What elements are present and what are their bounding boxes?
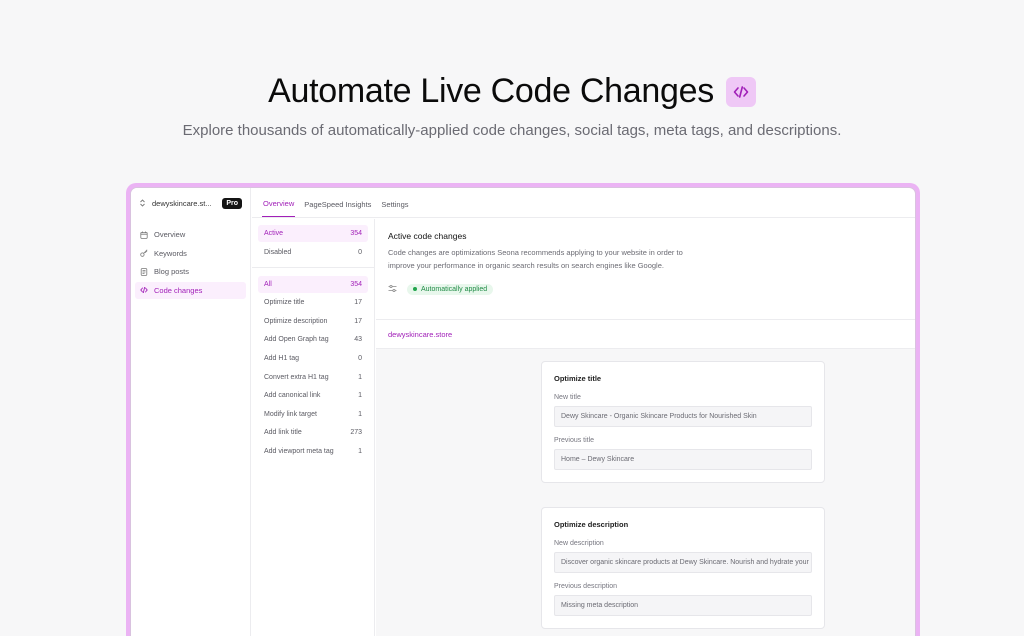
filter-add-viewport-meta-tag[interactable]: Add viewport meta tag 1 [258,443,368,460]
filter-active[interactable]: Active 354 [258,225,368,242]
tab-pagespeed-insights[interactable]: PageSpeed Insights [303,200,372,217]
filter-count: 0 [358,354,362,362]
tab-bar: Overview PageSpeed Insights Settings [252,188,915,218]
previous-description-field[interactable]: Missing meta description [554,595,812,616]
card-title: Optimize title [554,374,602,383]
code-icon [725,76,756,107]
site-name: dewyskincare.st... [152,198,212,208]
sidebar-item-blog-posts[interactable]: Blog posts [135,263,246,280]
status-badge: Automatically applied [407,283,494,295]
filter-disabled[interactable]: Disabled 0 [258,244,368,261]
filter-count: 17 [354,317,362,325]
filter-label: Modify link target [264,410,317,418]
filter-label: Disabled [264,248,292,256]
filter-count: 17 [354,299,362,307]
status-dot [413,287,417,291]
page-subtitle: Explore thousands of automatically-appli… [182,122,842,139]
previous-title-field[interactable]: Home – Dewy Skincare [554,449,812,470]
filter-count: 43 [354,336,362,344]
sidebar-item-keywords[interactable]: Keywords [135,245,246,262]
filter-convert-extra-h1-tag[interactable]: Convert extra H1 tag 1 [258,369,368,386]
filter-count: 273 [350,429,362,437]
sidebar-item-overview[interactable]: Overview [135,226,246,243]
filter-count: 354 [350,280,362,288]
main-header: Active code changes Code changes are opt… [376,219,915,320]
sidebar-item-label: Blog posts [154,267,190,277]
filter-label: Add Open Graph tag [264,336,329,344]
field-label: Previous title [554,437,595,444]
filter-count: 0 [358,248,362,256]
filter-count: 1 [358,373,362,381]
filter-label: Add canonical link [264,392,321,400]
section-title: Active code changes [388,231,467,241]
filter-label: Add viewport meta tag [264,447,334,455]
tab-settings[interactable]: Settings [380,200,409,217]
key-icon [140,249,148,257]
filter-label: All [264,280,272,288]
filter-add-open-graph-tag[interactable]: Add Open Graph tag 43 [258,331,368,348]
filter-optimize-description[interactable]: Optimize description 17 [258,313,368,330]
divider [252,266,374,268]
plan-badge: Pro [222,197,242,209]
code-change-card-title: Optimize title New title Dewy Skincare -… [541,361,825,483]
filter-count: 1 [358,392,362,400]
sidebar-item-label: Overview [154,230,186,239]
sidebar-item-code-changes[interactable]: Code changes [135,281,246,299]
filter-label: Convert extra H1 tag [264,373,329,381]
sidebar: dewyskincare.st... Pro Overview Keywords… [131,188,251,636]
code-change-card-description: Optimize description New description Dis… [541,507,825,629]
new-description-field[interactable]: Discover organic skincare products at De… [554,552,812,573]
filter-modify-link-target[interactable]: Modify link target 1 [258,406,368,423]
domain-link[interactable]: dewyskincare.store [376,320,915,349]
tab-overview[interactable]: Overview [262,199,296,217]
sidebar-item-label: Keywords [154,248,187,258]
sidebar-item-label: Code changes [154,285,203,295]
filter-label: Add H1 tag [264,354,300,362]
filter-count: 1 [358,447,362,455]
filter-count: 1 [358,410,362,418]
app-frame: dewyskincare.st... Pro Overview Keywords… [126,183,920,636]
field-label: New description [554,540,604,547]
sliders-icon[interactable] [388,280,397,298]
document-icon [140,267,148,276]
filter-count: 354 [350,230,362,237]
filter-optimize-title[interactable]: Optimize title 17 [258,294,368,311]
applied-row: Automatically applied [388,280,903,298]
filter-label: Add link title [264,429,302,437]
filter-all[interactable]: All 354 [258,275,368,293]
code-icon [140,287,148,294]
sidebar-nav: Overview Keywords Blog posts Code change… [131,218,250,308]
filter-add-link-title[interactable]: Add link title 273 [258,424,368,441]
chevron-updown-icon [140,199,145,207]
filter-column: Active 354 Disabled 0 All 354 Optimize t… [252,219,375,636]
filter-label: Active [264,230,284,237]
filter-label: Optimize title [264,299,305,307]
status-badge-label: Automatically applied [421,285,488,293]
main-panel: Active code changes Code changes are opt… [376,219,915,636]
card-title: Optimize description [554,520,629,529]
calendar-icon [140,231,148,239]
filter-label: Optimize description [264,317,328,325]
site-switcher[interactable]: dewyskincare.st... Pro [131,188,250,218]
page-title: Automate Live Code Changes [268,72,714,110]
app-window: dewyskincare.st... Pro Overview Keywords… [130,187,916,636]
field-label: New title [554,394,581,401]
filter-add-h1-tag[interactable]: Add H1 tag 0 [258,350,368,367]
hero-heading: Automate Live Code Changes [0,72,1024,111]
filter-add-canonical-link[interactable]: Add canonical link 1 [258,387,368,404]
section-description: Code changes are optimizations Seona rec… [388,248,683,270]
new-title-field[interactable]: Dewy Skincare - Organic Skincare Product… [554,406,812,427]
field-label: Previous description [554,583,618,590]
